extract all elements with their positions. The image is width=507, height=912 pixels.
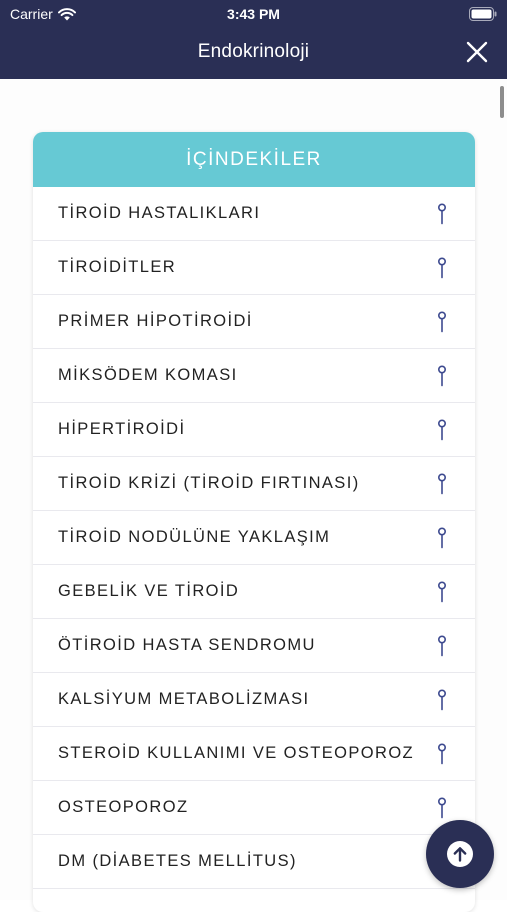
toc-list: TİROİD HASTALIKLARI TİROİDİTLER PRİMER HİP… <box>33 187 475 889</box>
toc-item-label: KALSİYUM METABOLİZMASI <box>58 690 310 708</box>
toc-item-label: HİPERTİROİDİ <box>58 420 186 438</box>
toc-item[interactable]: DM (DİABETES MELLİTUS) <box>33 835 475 889</box>
arrow-up-icon <box>447 841 473 867</box>
toc-item-label: TİROİDİTLER <box>58 258 177 276</box>
toc-item-label: ÖTİROİD HASTA SENDROMU <box>58 636 316 654</box>
toc-item-label: MİKSÖDEM KOMASI <box>58 366 238 384</box>
pin-icon[interactable] <box>437 796 447 819</box>
toc-item[interactable]: MİKSÖDEM KOMASI <box>33 349 475 403</box>
toc-item-label: OSTEOPOROZ <box>58 798 189 816</box>
toc-item[interactable]: OSTEOPOROZ <box>33 781 475 835</box>
scroll-indicator[interactable] <box>500 86 504 118</box>
toc-item-label: DM (DİABETES MELLİTUS) <box>58 852 297 870</box>
status-time: 3:43 PM <box>227 6 280 22</box>
close-icon[interactable] <box>465 40 489 64</box>
toc-header: İÇİNDEKİLER <box>33 132 475 187</box>
toc-item-label: STEROİD KULLANIMI VE OSTEOPOROZ <box>58 744 415 762</box>
pin-icon[interactable] <box>437 526 447 549</box>
toc-item[interactable]: KALSİYUM METABOLİZMASI <box>33 673 475 727</box>
toc-item[interactable]: HİPERTİROİDİ <box>33 403 475 457</box>
status-bar: Carrier 3:43 PM <box>0 0 507 28</box>
nav-bar: Carrier 3:43 PM Endokrinoloji <box>0 0 507 79</box>
page-title: Endokrinoloji <box>197 41 310 62</box>
toc-item-label: TİROİD HASTALIKLARI <box>58 204 261 222</box>
pin-icon[interactable] <box>437 418 447 441</box>
toc-item[interactable]: TİROİDİTLER <box>33 241 475 295</box>
pin-icon[interactable] <box>437 742 447 765</box>
pin-icon[interactable] <box>437 310 447 333</box>
toc-item[interactable]: PRİMER HİPOTİROİDİ <box>33 295 475 349</box>
pin-icon[interactable] <box>437 580 447 603</box>
toc-item[interactable]: TİROİD KRİZİ (TİROİD FIRTINASI) <box>33 457 475 511</box>
toc-item-label: PRİMER HİPOTİROİDİ <box>58 312 253 330</box>
table-of-contents: İÇİNDEKİLER TİROİD HASTALIKLARI TİROİDİTL… <box>33 132 475 912</box>
toc-item[interactable]: GEBELİK VE TİROİD <box>33 565 475 619</box>
pin-icon[interactable] <box>437 688 447 711</box>
toc-item[interactable]: STEROİD KULLANIMI VE OSTEOPOROZ <box>33 727 475 781</box>
pin-icon[interactable] <box>437 634 447 657</box>
toc-item[interactable]: TİROİD NODÜLÜNE YAKLAŞIM <box>33 511 475 565</box>
pin-icon[interactable] <box>437 256 447 279</box>
toc-item[interactable]: TİROİD HASTALIKLARI <box>33 187 475 241</box>
toc-item[interactable]: ÖTİROİD HASTA SENDROMU <box>33 619 475 673</box>
toc-item-label: GEBELİK VE TİROİD <box>58 582 240 600</box>
toc-item-label: TİROİD NODÜLÜNE YAKLAŞIM <box>58 528 331 546</box>
pin-icon[interactable] <box>437 202 447 225</box>
toc-item-label: TİROİD KRİZİ (TİROİD FIRTINASI) <box>58 474 360 492</box>
battery-icon <box>469 7 497 21</box>
pin-icon[interactable] <box>437 364 447 387</box>
scroll-to-top-button[interactable] <box>426 820 494 888</box>
pin-icon[interactable] <box>437 472 447 495</box>
